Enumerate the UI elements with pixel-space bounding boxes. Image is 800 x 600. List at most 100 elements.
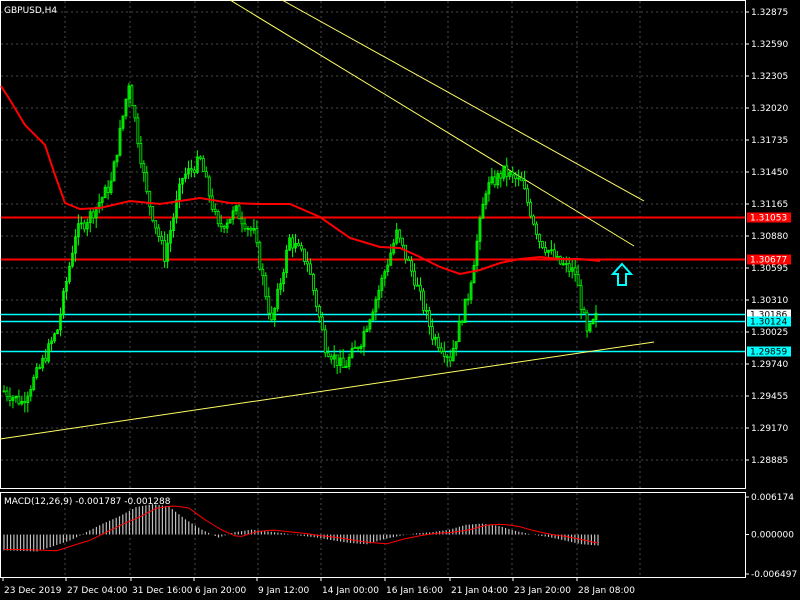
candle-11 [35, 363, 39, 380]
candle-body-53 [160, 236, 164, 241]
candle-body-180 [538, 234, 541, 242]
candle-body-181 [541, 241, 544, 248]
candle-body-69 [207, 176, 211, 197]
candle-182 [544, 241, 547, 256]
ytick-label-2: 1.32305 [751, 72, 788, 82]
candle-body-102 [306, 261, 309, 265]
candle-160 [478, 215, 482, 251]
candle-71 [213, 203, 217, 216]
ytick-label-0: 1.32875 [751, 8, 788, 18]
candle-body-171 [511, 171, 515, 176]
candle-166 [496, 170, 500, 189]
candle-55 [166, 233, 170, 269]
chart-title: GBPUSD,H4 [4, 6, 57, 16]
candle-body-175 [523, 180, 527, 190]
candle-87 [261, 263, 265, 286]
candle-95 [285, 244, 289, 278]
candle-58 [175, 190, 178, 224]
gbpusd-chart[interactable]: 1.32875 1.32590 1.32305 1.32020 1.31735 1.314… [0, 0, 800, 600]
candle-body-67 [201, 157, 205, 173]
xtick-label-4: 9 Jan 12:00 [258, 586, 310, 596]
candle-32 [97, 193, 101, 214]
candle-82 [246, 226, 250, 237]
candle-142 [425, 303, 428, 320]
candle-116 [347, 353, 351, 370]
candle-53 [160, 231, 164, 245]
candle-171 [511, 166, 515, 184]
candle-37 [112, 160, 116, 182]
candle-31 [94, 206, 98, 228]
xtick-label-3: 6 Jan 20:00 [195, 586, 247, 596]
candle-body-88 [264, 275, 268, 298]
candle-81 [243, 218, 247, 232]
candle-body-73 [219, 223, 223, 227]
candle-7 [23, 391, 27, 413]
xtick-label-5: 14 Jan 00:00 [322, 586, 379, 596]
candle-41 [124, 98, 128, 120]
candle-body-50 [151, 206, 155, 222]
candle-24 [73, 229, 77, 262]
candle-92 [276, 283, 280, 312]
candle-body-104 [311, 273, 315, 291]
candle-178 [532, 214, 535, 226]
candle-15 [47, 338, 51, 364]
candle-66 [198, 155, 202, 161]
candle-39 [118, 119, 122, 157]
candle-47 [142, 160, 146, 182]
candle-197 [588, 322, 592, 334]
candle-83 [249, 226, 253, 237]
candle-23 [71, 245, 74, 268]
candle-body-196 [585, 312, 589, 332]
macd-ytick-label-0: 0.006174 [751, 493, 794, 503]
candle-191 [570, 258, 574, 279]
trendlines[interactable] [0, 0, 655, 440]
candle-194 [579, 279, 583, 320]
candle-28 [85, 218, 89, 236]
candle-162 [484, 190, 488, 210]
candle-body-71 [213, 208, 217, 212]
candle-body-51 [154, 220, 158, 229]
candle-151 [451, 339, 455, 362]
macd-ytick-label-2: -0.006497 [751, 570, 797, 580]
candle-60 [181, 177, 184, 194]
candle-body-79 [237, 205, 241, 220]
candle-169 [505, 157, 509, 187]
candle-168 [502, 165, 506, 182]
macd-signal-line [4, 505, 599, 552]
candle-body-139 [416, 284, 419, 287]
candle-body-43 [130, 85, 134, 107]
ytick-label-8: 1.30595 [751, 264, 788, 274]
candle-167 [499, 170, 503, 188]
candle-185 [552, 243, 556, 260]
candle-body-174 [520, 177, 524, 182]
candle-35 [106, 180, 110, 200]
candle-147 [439, 342, 443, 354]
candle-17 [53, 332, 56, 344]
candle-body-142 [425, 309, 428, 312]
ytick-label-11: 1.29740 [751, 360, 788, 370]
horizontal-levels[interactable] [1, 216, 745, 353]
candle-124 [371, 308, 375, 321]
candle-body-99 [297, 243, 300, 247]
candle-146 [436, 332, 440, 352]
candle-123 [368, 318, 372, 333]
candle-180 [538, 233, 541, 249]
ytick-label-5: 1.31450 [751, 168, 788, 178]
candle-177 [529, 198, 532, 219]
candle-body-52 [157, 227, 161, 237]
candle-36 [109, 172, 113, 195]
candle-108 [323, 324, 327, 358]
candle-163 [487, 176, 491, 202]
candle-187 [558, 255, 562, 266]
candle-63 [190, 159, 193, 178]
candle-118 [353, 340, 357, 349]
candle-128 [383, 269, 387, 287]
macd-histogram [3, 504, 599, 552]
candle-126 [377, 285, 381, 309]
level-tag-text-1.30677: 1.30677 [750, 256, 787, 266]
candle-65 [195, 150, 199, 174]
candle-51 [154, 220, 158, 235]
candle-18 [56, 328, 59, 335]
candle-body-149 [445, 356, 449, 358]
candle-body-195 [582, 308, 586, 314]
